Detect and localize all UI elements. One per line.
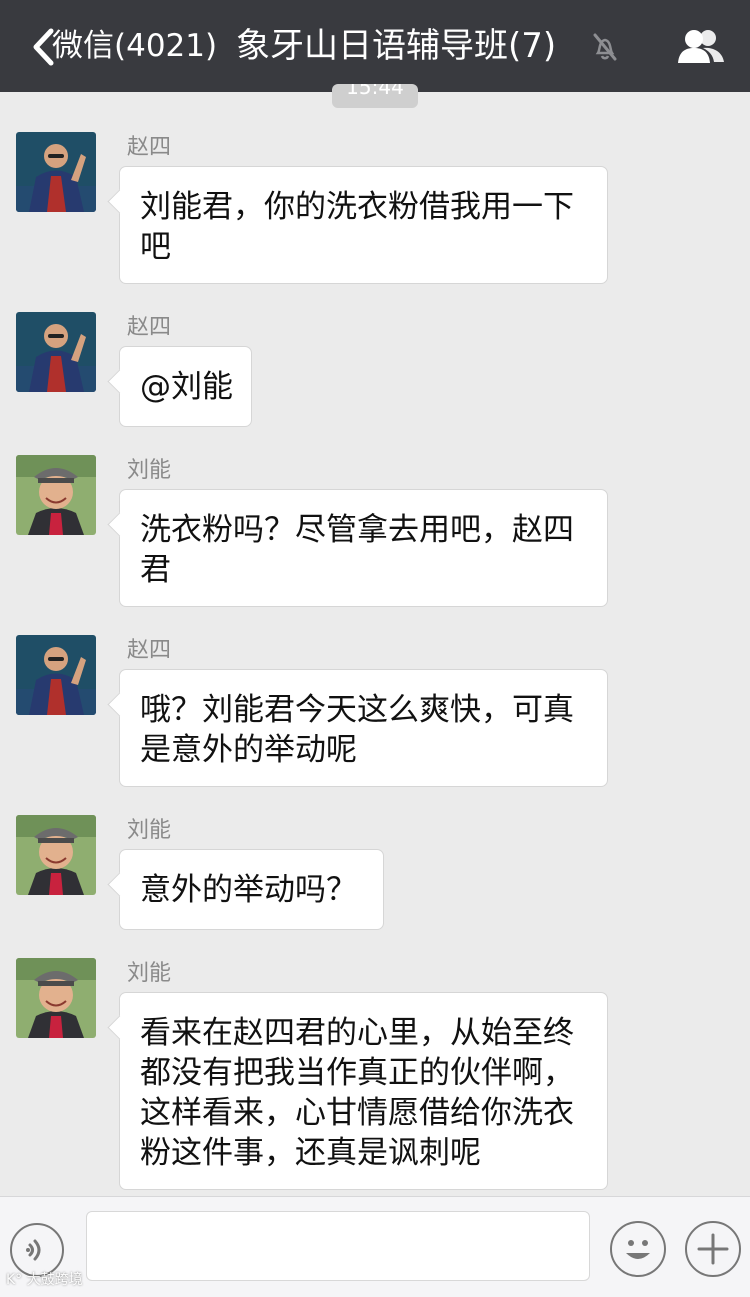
- message-bubble[interactable]: 洗衣粉吗？尽管拿去用吧，赵四 君: [119, 489, 608, 607]
- message-bubble[interactable]: 看来在赵四君的心里，从始至终 都没有把我当作真正的伙伴啊， 这样看来，心甘情愿借…: [119, 992, 608, 1190]
- sender-name: 刘能: [127, 818, 172, 843]
- message-text: 意外的举动吗？: [140, 872, 357, 908]
- sender-name: 刘能: [127, 458, 172, 483]
- sender-name: 赵四: [127, 638, 172, 663]
- message-composer: K° 大鼓跨境: [0, 1196, 750, 1297]
- message-bubble[interactable]: @刘能: [119, 346, 252, 427]
- sender-name: 刘能: [127, 961, 172, 986]
- message-text: 洗衣粉吗？尽管拿去用吧，赵四 君: [140, 512, 574, 588]
- message-text: 刘能君，你的洗衣粉借我用一下 吧: [140, 189, 574, 265]
- chat-title: 象牙山日语辅导班(7): [236, 26, 557, 66]
- message-text: 看来在赵四君的心里，从始至终 都没有把我当作真正的伙伴啊， 这样看来，心甘情愿借…: [140, 1015, 574, 1171]
- emoji-button[interactable]: [610, 1221, 666, 1277]
- chat-header: 微信(4021) 象牙山日语辅导班(7): [0, 0, 750, 92]
- sender-name: 赵四: [127, 135, 172, 160]
- message-bubble[interactable]: 刘能君，你的洗衣粉借我用一下 吧: [119, 166, 608, 284]
- plus-icon: [697, 1233, 729, 1265]
- message-input[interactable]: [86, 1211, 590, 1281]
- emoji-icon: [626, 1240, 650, 1259]
- timestamp-pill: 15:44: [332, 84, 418, 108]
- voice-button[interactable]: [10, 1223, 64, 1277]
- liu-neng-avatar[interactable]: [16, 958, 96, 1038]
- group-members-icon[interactable]: [676, 26, 726, 66]
- message-text: @刘能: [140, 369, 233, 405]
- zhao-si-avatar[interactable]: [16, 635, 96, 715]
- message-bubble[interactable]: 意外的举动吗？: [119, 849, 384, 930]
- more-button[interactable]: [685, 1221, 741, 1277]
- back-label[interactable]: 微信(4021): [52, 25, 217, 67]
- voice-icon: [26, 1239, 41, 1261]
- sender-name: 赵四: [127, 315, 172, 340]
- zhao-si-avatar[interactable]: [16, 132, 96, 212]
- liu-neng-avatar[interactable]: [16, 455, 96, 535]
- message-bubble[interactable]: 哦？刘能君今天这么爽快，可真 是意外的举动呢: [119, 669, 608, 787]
- message-text: 哦？刘能君今天这么爽快，可真 是意外的举动呢: [140, 692, 574, 768]
- watermark-text: K° 大鼓跨境: [6, 1272, 83, 1288]
- liu-neng-avatar[interactable]: [16, 815, 96, 895]
- zhao-si-avatar[interactable]: [16, 312, 96, 392]
- muted-bell-icon: [593, 33, 617, 61]
